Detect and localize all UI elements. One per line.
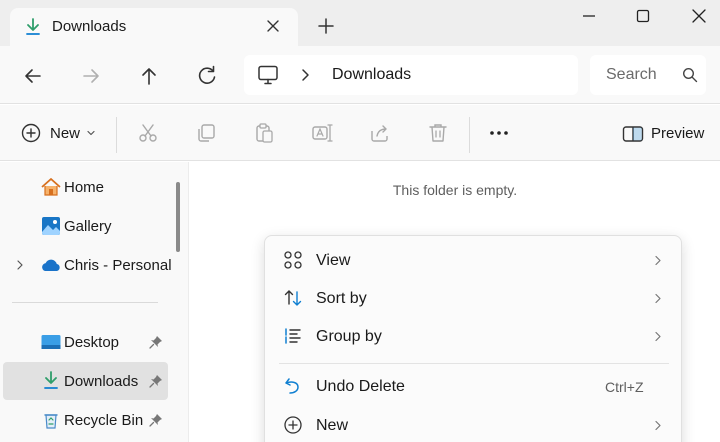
divider (469, 117, 470, 153)
close-icon[interactable] (684, 4, 714, 28)
minimize-icon[interactable] (574, 4, 604, 28)
sidebar-item-label: Desktop (64, 334, 120, 351)
menu-separator (279, 363, 669, 364)
chevron-right-icon (655, 255, 661, 266)
shortcut-text: Ctrl+Z (605, 379, 644, 395)
sidebar-item-label: Gallery (64, 218, 112, 235)
plus-icon[interactable] (314, 14, 338, 38)
tab-downloads[interactable]: Downloads (10, 8, 298, 46)
command-bar: New Preview (0, 105, 720, 161)
cut-icon[interactable] (136, 121, 160, 145)
menu-item-label: New (316, 417, 349, 434)
menu-item-sort-by[interactable]: Sort by (271, 279, 675, 317)
sidebar-item-label: Downloads (64, 373, 139, 390)
new-button[interactable]: New (20, 119, 100, 149)
menu-item-label: Sort by (316, 290, 367, 307)
refresh-icon[interactable] (193, 62, 221, 90)
sidebar-item-downloads[interactable]: Downloads (3, 362, 168, 400)
empty-folder-message: This folder is empty. (392, 182, 518, 198)
plus-circle-icon (21, 123, 41, 143)
menu-item-label: View (316, 252, 351, 269)
chevron-right-icon (655, 331, 661, 342)
menu-item-label: Group by (316, 328, 382, 345)
delete-icon[interactable] (426, 121, 450, 145)
sidebar-item-recycle-bin[interactable]: Recycle Bin (0, 401, 168, 439)
navigation-pane: Home Gallery Chris - Personal Desktop Do… (0, 162, 188, 442)
undo-icon (285, 378, 299, 394)
pin-icon[interactable] (149, 374, 163, 388)
sidebar-item-label: Recycle Bin (64, 412, 144, 429)
chevron-right-icon[interactable] (298, 67, 312, 83)
new-button-label: New (50, 125, 81, 142)
close-icon[interactable] (262, 15, 284, 37)
copy-icon[interactable] (194, 121, 218, 145)
plus-circle-icon (284, 416, 302, 434)
chevron-down-icon (87, 130, 95, 136)
breadcrumb-downloads[interactable]: Downloads (332, 66, 411, 84)
address-bar[interactable]: Downloads (244, 55, 578, 95)
search-placeholder: Search (606, 66, 657, 83)
tab-bar: Downloads (0, 0, 720, 46)
sidebar-item-label: Home (64, 179, 105, 196)
group-by-icon (285, 328, 301, 344)
maximize-icon[interactable] (628, 4, 658, 28)
navigation-bar: Downloads Search (0, 46, 720, 104)
recycle-bin-icon (44, 414, 58, 429)
gallery-icon (42, 217, 60, 235)
sidebar-item-desktop[interactable]: Desktop (0, 323, 168, 361)
paste-icon[interactable] (252, 121, 276, 145)
menu-item-label: Undo Delete (316, 378, 405, 395)
scrollbar-thumb[interactable] (176, 182, 180, 252)
menu-item-new[interactable]: New (271, 406, 675, 442)
preview-label: Preview (651, 125, 705, 142)
menu-item-undo-delete[interactable]: Undo Delete Ctrl+Z (271, 367, 675, 405)
this-pc-icon (258, 65, 278, 85)
more-icon[interactable] (486, 119, 514, 147)
rename-icon[interactable] (310, 121, 334, 145)
chevron-right-icon (655, 420, 661, 431)
preview-button[interactable]: Preview (620, 119, 710, 149)
menu-item-group-by[interactable]: Group by (271, 317, 675, 355)
pin-icon[interactable] (149, 335, 163, 349)
arrow-up-icon[interactable] (135, 62, 163, 90)
menu-item-view[interactable]: View (271, 241, 675, 279)
arrow-left-icon[interactable] (19, 62, 47, 90)
sort-icon (284, 290, 302, 306)
sidebar-item-label: Chris - Personal (64, 257, 172, 274)
home-icon (41, 178, 61, 196)
search-icon (682, 67, 698, 83)
share-icon[interactable] (368, 121, 392, 145)
sidebar-item-onedrive[interactable]: Chris - Personal (0, 246, 172, 284)
chevron-right-icon[interactable] (14, 259, 26, 271)
sidebar-separator (12, 302, 158, 303)
preview-pane-icon (622, 126, 644, 142)
download-icon (44, 371, 58, 389)
onedrive-cloud-icon (42, 259, 60, 271)
search-box[interactable]: Search (590, 55, 706, 95)
download-icon (26, 18, 40, 35)
view-grid-icon (284, 251, 302, 269)
sidebar-item-home[interactable]: Home (0, 168, 168, 206)
tab-title: Downloads (52, 18, 127, 35)
context-menu: View Sort by Group by Undo Delete Ctrl+Z (264, 235, 682, 442)
arrow-right-icon[interactable] (77, 62, 105, 90)
pin-icon[interactable] (149, 413, 163, 427)
divider (116, 117, 117, 153)
sidebar-item-gallery[interactable]: Gallery (0, 207, 168, 245)
desktop-icon (41, 335, 61, 349)
chevron-right-icon (655, 293, 661, 304)
